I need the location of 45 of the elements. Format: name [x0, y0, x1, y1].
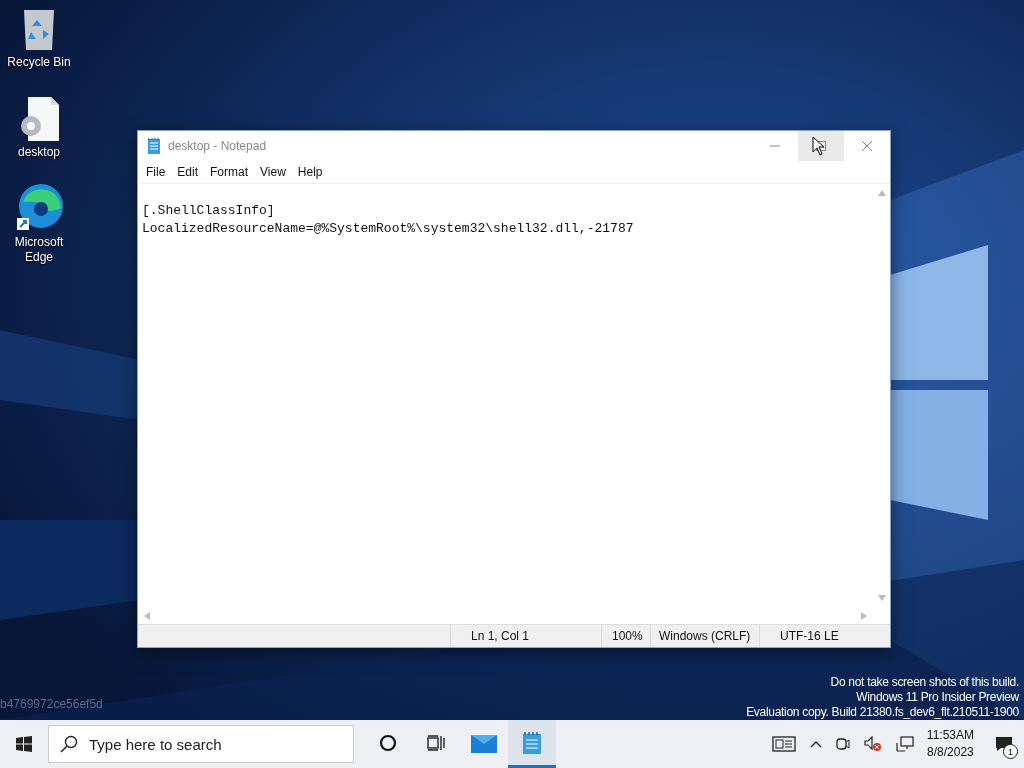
desktop-icon-label[interactable]: Microsoft Edge	[2, 235, 76, 265]
notepad-taskbar-button[interactable]	[508, 720, 556, 768]
notepad-icon	[148, 138, 160, 154]
cursor-icon	[812, 136, 826, 156]
build-info-text: Do not take screen shots of this build.	[830, 675, 1019, 690]
search-icon	[60, 735, 78, 753]
status-text: Ln 1, Col 1	[451, 625, 602, 647]
maximize-button[interactable]	[798, 131, 844, 161]
camera-icon[interactable]	[835, 736, 850, 752]
date-text: 8/8/2023	[927, 744, 974, 761]
start-icon[interactable]	[16, 736, 32, 752]
task-view-icon	[427, 734, 445, 751]
text-line: LocalizedResourceName=@%SystemRoot%\system32\shell32.dll,-21787	[142, 220, 635, 238]
desktop-icon-label[interactable]: Recycle Bin	[2, 55, 76, 70]
notepad-icon	[523, 731, 541, 754]
build-info-text: Windows 11 Pro Insider Preview	[856, 690, 1019, 705]
circle-icon	[379, 733, 397, 752]
volume-muted-icon[interactable]	[863, 736, 882, 752]
notifications-button[interactable]: 1	[984, 724, 1024, 764]
text-line: [.ShellClassInfo]	[142, 202, 276, 220]
status-text: 100%	[602, 625, 651, 647]
settings-file-icon[interactable]	[18, 96, 60, 142]
menu-item[interactable]: Format	[204, 165, 255, 179]
window-title: desktop - Notepad	[168, 139, 268, 153]
maximize-icon	[816, 141, 826, 151]
clock[interactable]: 11:53AM 8/8/2023	[926, 727, 974, 761]
status-text: UTF-16 LE	[779, 628, 840, 645]
chevron-up-icon[interactable]	[809, 740, 822, 748]
menu-item[interactable]: View	[254, 165, 292, 179]
build-info-text: Evaluation copy. Build 21380.fs_dev6_flt.210511-1900	[746, 705, 1019, 720]
desktop-icon-label[interactable]: desktop	[2, 145, 76, 160]
menu-item[interactable]: File	[140, 165, 172, 179]
network-icon[interactable]	[895, 736, 914, 752]
time-text: 11:53AM	[926, 727, 974, 744]
menu-item[interactable]: Help	[291, 165, 329, 179]
notification-count: 1	[1003, 744, 1018, 759]
news-icon[interactable]	[771, 736, 796, 752]
status-text: Windows (CRLF)	[651, 625, 760, 647]
search-field[interactable]: Type here to search	[48, 725, 354, 763]
menu-item[interactable]: Edit	[171, 165, 205, 179]
browser-icon[interactable]	[15, 182, 63, 232]
close-icon	[862, 141, 872, 151]
envelope-icon	[471, 732, 497, 753]
recycle-bin-icon[interactable]	[21, 8, 57, 52]
build-id: b4769972ce56ef5d	[0, 697, 103, 711]
